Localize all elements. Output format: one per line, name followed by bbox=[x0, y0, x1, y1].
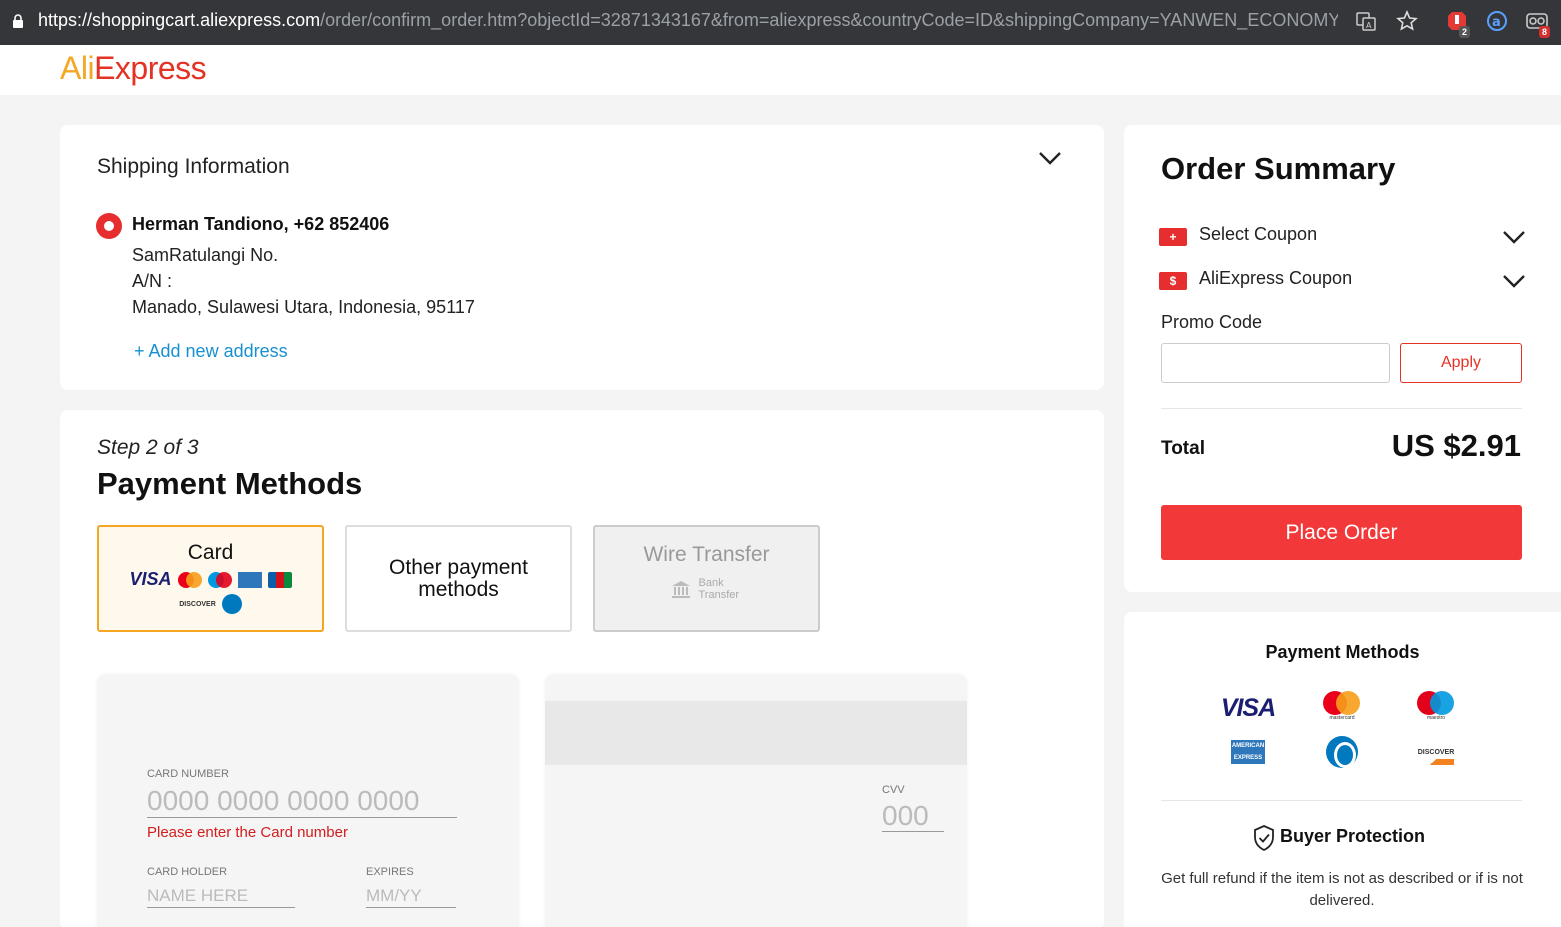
mastercard-logo bbox=[177, 571, 202, 588]
discover-logo: DISCOVER bbox=[1406, 736, 1466, 768]
method-wire-transfer[interactable]: Wire Transfer Bank Transfer bbox=[593, 525, 820, 632]
place-order-button[interactable]: Place Order bbox=[1161, 505, 1522, 560]
extension-a-icon[interactable]: a bbox=[1486, 10, 1508, 32]
amex-logo: AMERICAN EXPRESS bbox=[1218, 736, 1278, 768]
address-an: A/N : bbox=[132, 271, 173, 291]
mastercard-caption: mastercard bbox=[1329, 715, 1355, 721]
add-new-address-link[interactable]: + Add new address bbox=[134, 341, 288, 362]
bookmark-star-icon[interactable] bbox=[1396, 10, 1418, 32]
total-value: US $2.91 bbox=[1391, 428, 1521, 463]
aliexpress-coupon-label: AliExpress Coupon bbox=[1199, 268, 1353, 288]
address-street: SamRatulangi No. bbox=[132, 245, 279, 265]
order-summary-title: Order Summary bbox=[1161, 151, 1396, 186]
select-coupon-row[interactable]: + Select Coupon bbox=[1159, 224, 1527, 252]
svg-text:A: A bbox=[1366, 21, 1372, 30]
bank-transfer-label: Bank Transfer bbox=[698, 577, 740, 601]
diners-logo bbox=[1312, 736, 1372, 768]
translate-icon[interactable]: A bbox=[1355, 10, 1377, 32]
logo-express: Express bbox=[94, 50, 207, 86]
method-other-label: Other payment methods bbox=[389, 556, 528, 601]
maestro-logo: maestro bbox=[1406, 688, 1466, 721]
lock-icon bbox=[13, 14, 23, 28]
url-path: /order/confirm_order.htm?objectId=328713… bbox=[320, 10, 1338, 30]
visa-text: VISA bbox=[1220, 693, 1276, 722]
payment-title: Payment Methods bbox=[97, 466, 363, 501]
address-radio[interactable] bbox=[96, 213, 122, 239]
address-city: Manado, Sulawesi Utara, Indonesia, 95117 bbox=[132, 297, 475, 317]
card-brand-logos-row2: DISCOVER bbox=[99, 594, 322, 614]
apply-button[interactable]: Apply bbox=[1400, 343, 1522, 383]
visa-logo: VISA bbox=[129, 569, 172, 589]
mastercard-logo: mastercard bbox=[1312, 688, 1372, 721]
method-other[interactable]: Other payment methods bbox=[345, 525, 572, 632]
extension-badge: 2 bbox=[1459, 26, 1471, 38]
expires-input[interactable] bbox=[366, 884, 456, 908]
buyer-protection-text: Get full refund if the item is not as de… bbox=[1161, 870, 1523, 909]
url-host: https://shoppingcart.aliexpress.com bbox=[38, 10, 321, 30]
diners-logo bbox=[221, 594, 242, 614]
card-holder-input[interactable] bbox=[147, 884, 295, 908]
card-number-input[interactable] bbox=[147, 784, 457, 818]
chevron-down-icon[interactable] bbox=[1502, 274, 1526, 288]
discover-text: DISCOVER bbox=[1417, 748, 1455, 765]
divider bbox=[1161, 408, 1522, 409]
card-holder-label: CARD HOLDER bbox=[147, 866, 228, 878]
shipping-panel: Shipping Information Herman Tandiono, +6… bbox=[60, 125, 1104, 390]
promo-code-input[interactable] bbox=[1161, 343, 1390, 383]
cvv-input[interactable] bbox=[882, 800, 944, 832]
url-field[interactable]: https://shoppingcart.aliexpress.com/orde… bbox=[38, 10, 1338, 31]
maestro-caption: maestro bbox=[1426, 715, 1446, 721]
step-indicator: Step 2 of 3 bbox=[97, 436, 199, 459]
payment-logos-title: Payment Methods bbox=[1265, 642, 1420, 662]
divider bbox=[1161, 800, 1522, 801]
shipping-title: Shipping Information bbox=[97, 155, 290, 178]
aliexpress-coupon-row[interactable]: $ AliExpress Coupon bbox=[1159, 268, 1527, 296]
card-number-label: CARD NUMBER bbox=[147, 768, 229, 780]
select-coupon-label: Select Coupon bbox=[1199, 224, 1318, 244]
chevron-down-icon[interactable] bbox=[1038, 151, 1062, 165]
card-front: CARD NUMBER Please enter the Card number… bbox=[97, 674, 519, 927]
promo-code-label: Promo Code bbox=[1161, 312, 1263, 332]
method-card-label: Card bbox=[187, 541, 234, 564]
expires-label: EXPIRES bbox=[366, 866, 414, 878]
maestro-logo bbox=[207, 571, 232, 588]
payment-panel: Step 2 of 3 Payment Methods Card VISA DI… bbox=[60, 410, 1104, 927]
bank-icon bbox=[671, 581, 690, 598]
extension-badge: 8 bbox=[1539, 26, 1551, 38]
aliexpress-logo[interactable]: AliExpress bbox=[60, 50, 207, 87]
address-name: Herman Tandiono, +62 852406 bbox=[132, 214, 390, 234]
site-header: AliExpress bbox=[0, 45, 1561, 95]
visa-logo: VISA bbox=[1218, 692, 1278, 724]
bank-transfer: Bank Transfer bbox=[595, 577, 818, 601]
card-number-error: Please enter the Card number bbox=[147, 824, 348, 841]
payment-logos-panel: Payment Methods VISA mastercard maestro … bbox=[1124, 612, 1561, 927]
total-label: Total bbox=[1161, 438, 1205, 459]
logo-ali: Ali bbox=[60, 50, 95, 86]
cvv-label: CVV bbox=[882, 784, 905, 796]
discover-logo: DISCOVER bbox=[179, 600, 216, 608]
amex-text: AMERICAN EXPRESS bbox=[1231, 740, 1265, 764]
jcb-logo bbox=[267, 571, 292, 588]
method-card[interactable]: Card VISA DISCOVER bbox=[97, 525, 324, 632]
browser-address-bar: https://shoppingcart.aliexpress.com/orde… bbox=[0, 0, 1561, 45]
buyer-protection-title: Buyer Protection bbox=[1279, 826, 1426, 846]
coupon-dollar-icon: $ bbox=[1159, 272, 1187, 290]
amex-logo bbox=[237, 571, 262, 588]
magnetic-stripe bbox=[545, 701, 967, 765]
card-brand-logos: VISA bbox=[99, 569, 322, 590]
method-wire-label: Wire Transfer bbox=[643, 543, 770, 566]
card-back: CVV bbox=[545, 674, 967, 927]
chevron-down-icon[interactable] bbox=[1502, 230, 1526, 244]
coupon-icon: + bbox=[1159, 228, 1187, 246]
order-summary-panel: Order Summary + Select Coupon $ AliExpre… bbox=[1124, 125, 1561, 592]
svg-text:a: a bbox=[1492, 15, 1501, 30]
